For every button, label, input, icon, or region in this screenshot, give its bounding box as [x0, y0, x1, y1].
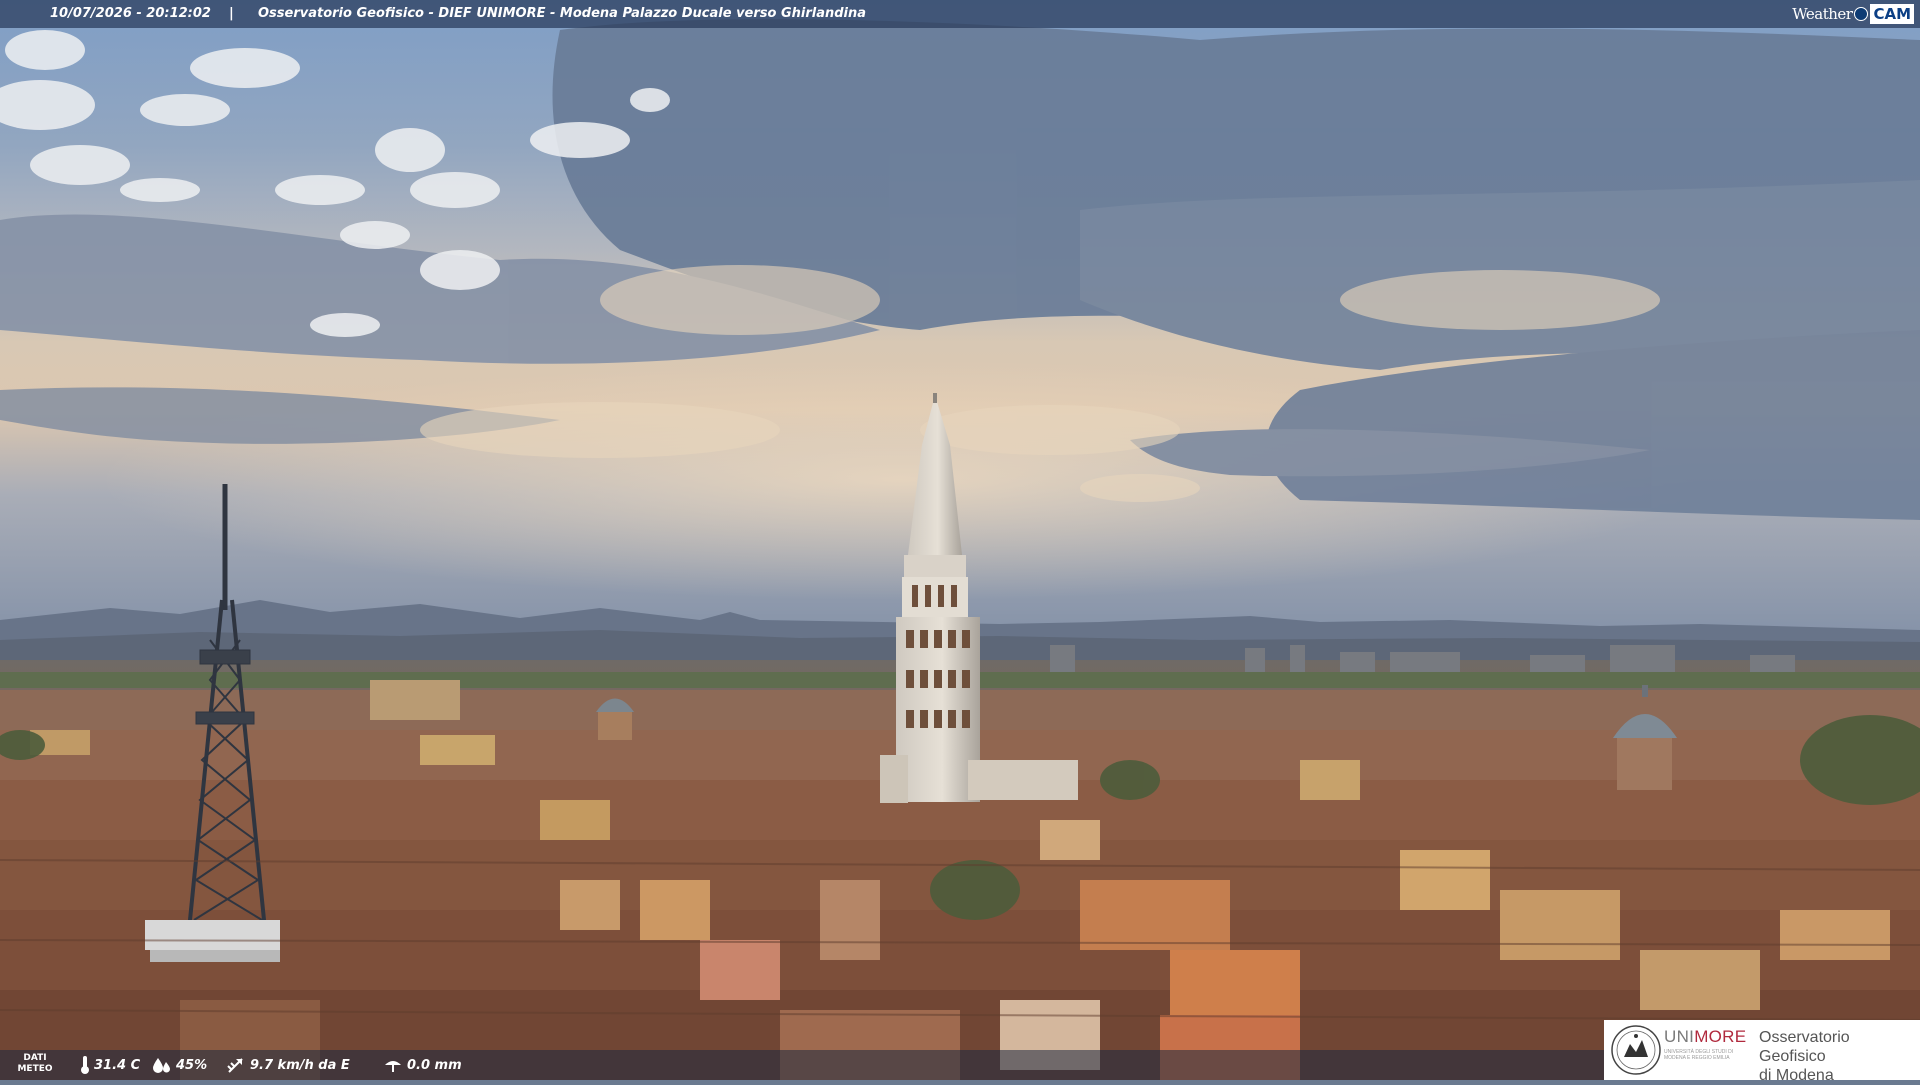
unimore-wordmark: UNIMORE UNIVERSITÀ DEGLI STUDI DI MODENA… [1664, 1027, 1747, 1062]
wind-icon [227, 1058, 243, 1073]
weather-data-bar: DATI METEO 31.4 C 45% 9.7 km/h da E 0.0 … [0, 1050, 1620, 1080]
separator: | [229, 6, 234, 21]
wind-value: 9.7 km/h da E [250, 1057, 350, 1073]
humidity-reading: 45% [152, 1050, 207, 1080]
camera-title: Osservatorio Geofisico - DIEF UNIMORE - … [258, 6, 867, 21]
observatory-line-2: di Modena [1759, 1067, 1834, 1084]
unimore-seal-icon [1611, 1025, 1661, 1075]
weathercam-logo-cam: CAM [1870, 4, 1914, 24]
info-overlay-bar: 10/07/2026 - 20:12:02 | Osservatorio Geo… [0, 0, 1920, 28]
humidity-drop-icon [153, 1058, 170, 1073]
rain-value: 0.0 mm [407, 1057, 462, 1073]
rain-gauge-icon [385, 1061, 401, 1072]
thermometer-icon [81, 1056, 89, 1074]
unimore-subtitle: UNIVERSITÀ DEGLI STUDI DI MODENA E REGGI… [1664, 1049, 1734, 1061]
observatory-line-1: Osservatorio Geofisico [1759, 1029, 1850, 1065]
temperature-reading: 31.4 C [80, 1050, 140, 1080]
temperature-value: 31.4 C [94, 1057, 141, 1073]
webcam-scene [0, 0, 1920, 1080]
timestamp: 10/07/2026 - 20:12:02 [50, 6, 211, 21]
unimore-name: UNIMORE [1664, 1027, 1747, 1046]
weathercam-logo: Weather CAM [1792, 0, 1920, 28]
weathercam-dot-icon [1854, 7, 1869, 21]
rain-reading: 0.0 mm [383, 1050, 462, 1080]
weathercam-logo-weather: Weather [1792, 5, 1853, 23]
observatory-name: Osservatorio Geofisico di Modena [1759, 1028, 1920, 1085]
wind-reading: 9.7 km/h da E [226, 1050, 350, 1080]
humidity-value: 45% [176, 1057, 208, 1073]
weather-data-label: DATI METEO [17, 1053, 53, 1074]
unimore-logo-panel: UNIMORE UNIVERSITÀ DEGLI STUDI DI MODENA… [1604, 1020, 1920, 1084]
